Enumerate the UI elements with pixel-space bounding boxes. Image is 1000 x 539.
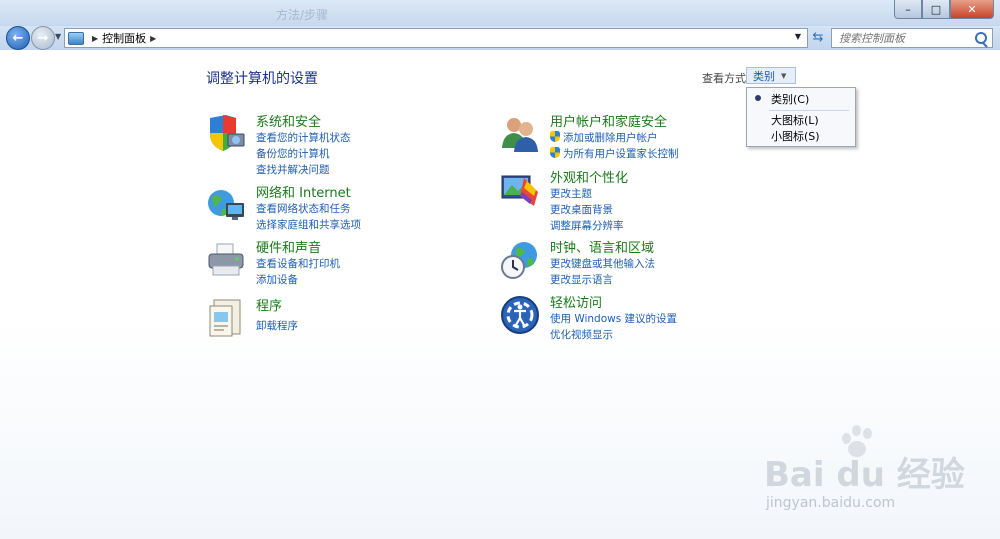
category-title[interactable]: 用户帐户和家庭安全 [550, 111, 667, 130]
forward-button[interactable]: → [31, 26, 55, 50]
link-screen-resolution[interactable]: 调整屏幕分辨率 [550, 218, 624, 233]
link-label: 添加或删除用户帐户 [563, 132, 658, 144]
menu-item-large-icons[interactable]: 大图标(L) [747, 111, 855, 128]
link-homegroup-sharing[interactable]: 选择家庭组和共享选项 [256, 217, 361, 232]
chevron-right-icon[interactable]: ▶ [150, 34, 156, 43]
background-tab: 方法/步骤 [276, 8, 329, 22]
category-title[interactable]: 轻松访问 [550, 292, 602, 311]
link-display-language[interactable]: 更改显示语言 [550, 272, 613, 287]
search-box[interactable] [831, 28, 993, 48]
view-by-label: 查看方式: [702, 72, 750, 85]
category-title[interactable]: 外观和个性化 [550, 167, 628, 186]
link-add-device[interactable]: 添加设备 [256, 272, 298, 287]
printer-icon [208, 243, 244, 276]
link-add-remove-accounts[interactable]: 添加或删除用户帐户 [550, 130, 658, 145]
view-by-dropdown[interactable]: 类别 ▼ [746, 67, 796, 84]
category-title[interactable]: 程序 [256, 295, 282, 314]
arrow-left-icon: ← [12, 30, 24, 46]
breadcrumb-control-panel[interactable]: 控制面板 [102, 30, 146, 46]
link-windows-recommended[interactable]: 使用 Windows 建议的设置 [550, 311, 677, 326]
uac-shield-icon [550, 147, 560, 158]
arrow-right-icon: → [37, 30, 49, 46]
window-controls: – □ ✕ [894, 0, 994, 19]
history-dropdown-icon[interactable]: ▼ [55, 32, 61, 41]
chevron-right-icon[interactable]: ▶ [92, 34, 98, 43]
menu-item-label: 大图标(L) [771, 113, 819, 127]
link-uninstall-program[interactable]: 卸载程序 [256, 318, 298, 333]
network-globe-icon [208, 190, 244, 220]
link-devices-printers[interactable]: 查看设备和打印机 [256, 256, 340, 271]
programs-icon [209, 299, 241, 337]
uac-shield-icon [550, 131, 560, 142]
ease-of-access-icon [501, 296, 539, 334]
category-title[interactable]: 时钟、语言和区域 [550, 237, 654, 256]
link-change-background[interactable]: 更改桌面背景 [550, 202, 613, 217]
category-title[interactable]: 网络和 Internet [256, 182, 351, 201]
navigation-bar: ← → ▼ ▶ 控制面板 ▶ ▼ ⇆ [0, 26, 1000, 50]
minimize-button[interactable]: – [894, 0, 922, 19]
control-panel-icon [68, 31, 84, 45]
link-troubleshoot[interactable]: 查找并解决问题 [256, 162, 330, 177]
link-optimize-video[interactable]: 优化视频显示 [550, 327, 613, 342]
chevron-down-icon: ▼ [781, 71, 787, 80]
link-network-status[interactable]: 查看网络状态和任务 [256, 201, 351, 216]
category-title[interactable]: 系统和安全 [256, 111, 321, 130]
menu-item-label: 小图标(S) [771, 129, 820, 143]
radio-selected-icon [755, 95, 761, 101]
link-parental-controls[interactable]: 为所有用户设置家长控制 [550, 146, 679, 161]
view-by-value: 类别 [753, 69, 775, 83]
address-dropdown-icon[interactable]: ▼ [795, 32, 801, 41]
appearance-icon [501, 175, 538, 206]
link-change-keyboard[interactable]: 更改键盘或其他输入法 [550, 256, 655, 271]
search-input[interactable] [837, 30, 976, 46]
title-bar: 方法/步骤 – □ ✕ [0, 0, 1000, 26]
close-button[interactable]: ✕ [950, 0, 994, 19]
clock-globe-icon [501, 242, 537, 279]
page-title: 调整计算机的设置 [206, 71, 318, 87]
refresh-icon: ⇆ [812, 29, 824, 45]
search-icon[interactable] [975, 32, 987, 44]
maximize-button[interactable]: □ [922, 0, 950, 19]
link-label: 为所有用户设置家长控制 [563, 148, 679, 160]
back-button[interactable]: ← [6, 26, 30, 50]
address-bar[interactable]: ▶ 控制面板 ▶ ▼ [64, 28, 808, 48]
users-icon [502, 118, 538, 152]
refresh-button[interactable]: ⇆ [808, 28, 828, 46]
link-backup-computer[interactable]: 备份您的计算机 [256, 146, 330, 161]
shield-computer-icon [210, 115, 245, 151]
category-title[interactable]: 硬件和声音 [256, 237, 321, 256]
menu-item-label: 类别(C) [771, 92, 810, 106]
view-by-menu: 类别(C) 大图标(L) 小图标(S) [746, 87, 856, 147]
link-view-computer-status[interactable]: 查看您的计算机状态 [256, 130, 351, 145]
link-change-theme[interactable]: 更改主题 [550, 186, 592, 201]
menu-item-small-icons[interactable]: 小图标(S) [747, 127, 855, 144]
menu-item-category[interactable]: 类别(C) [747, 90, 855, 107]
